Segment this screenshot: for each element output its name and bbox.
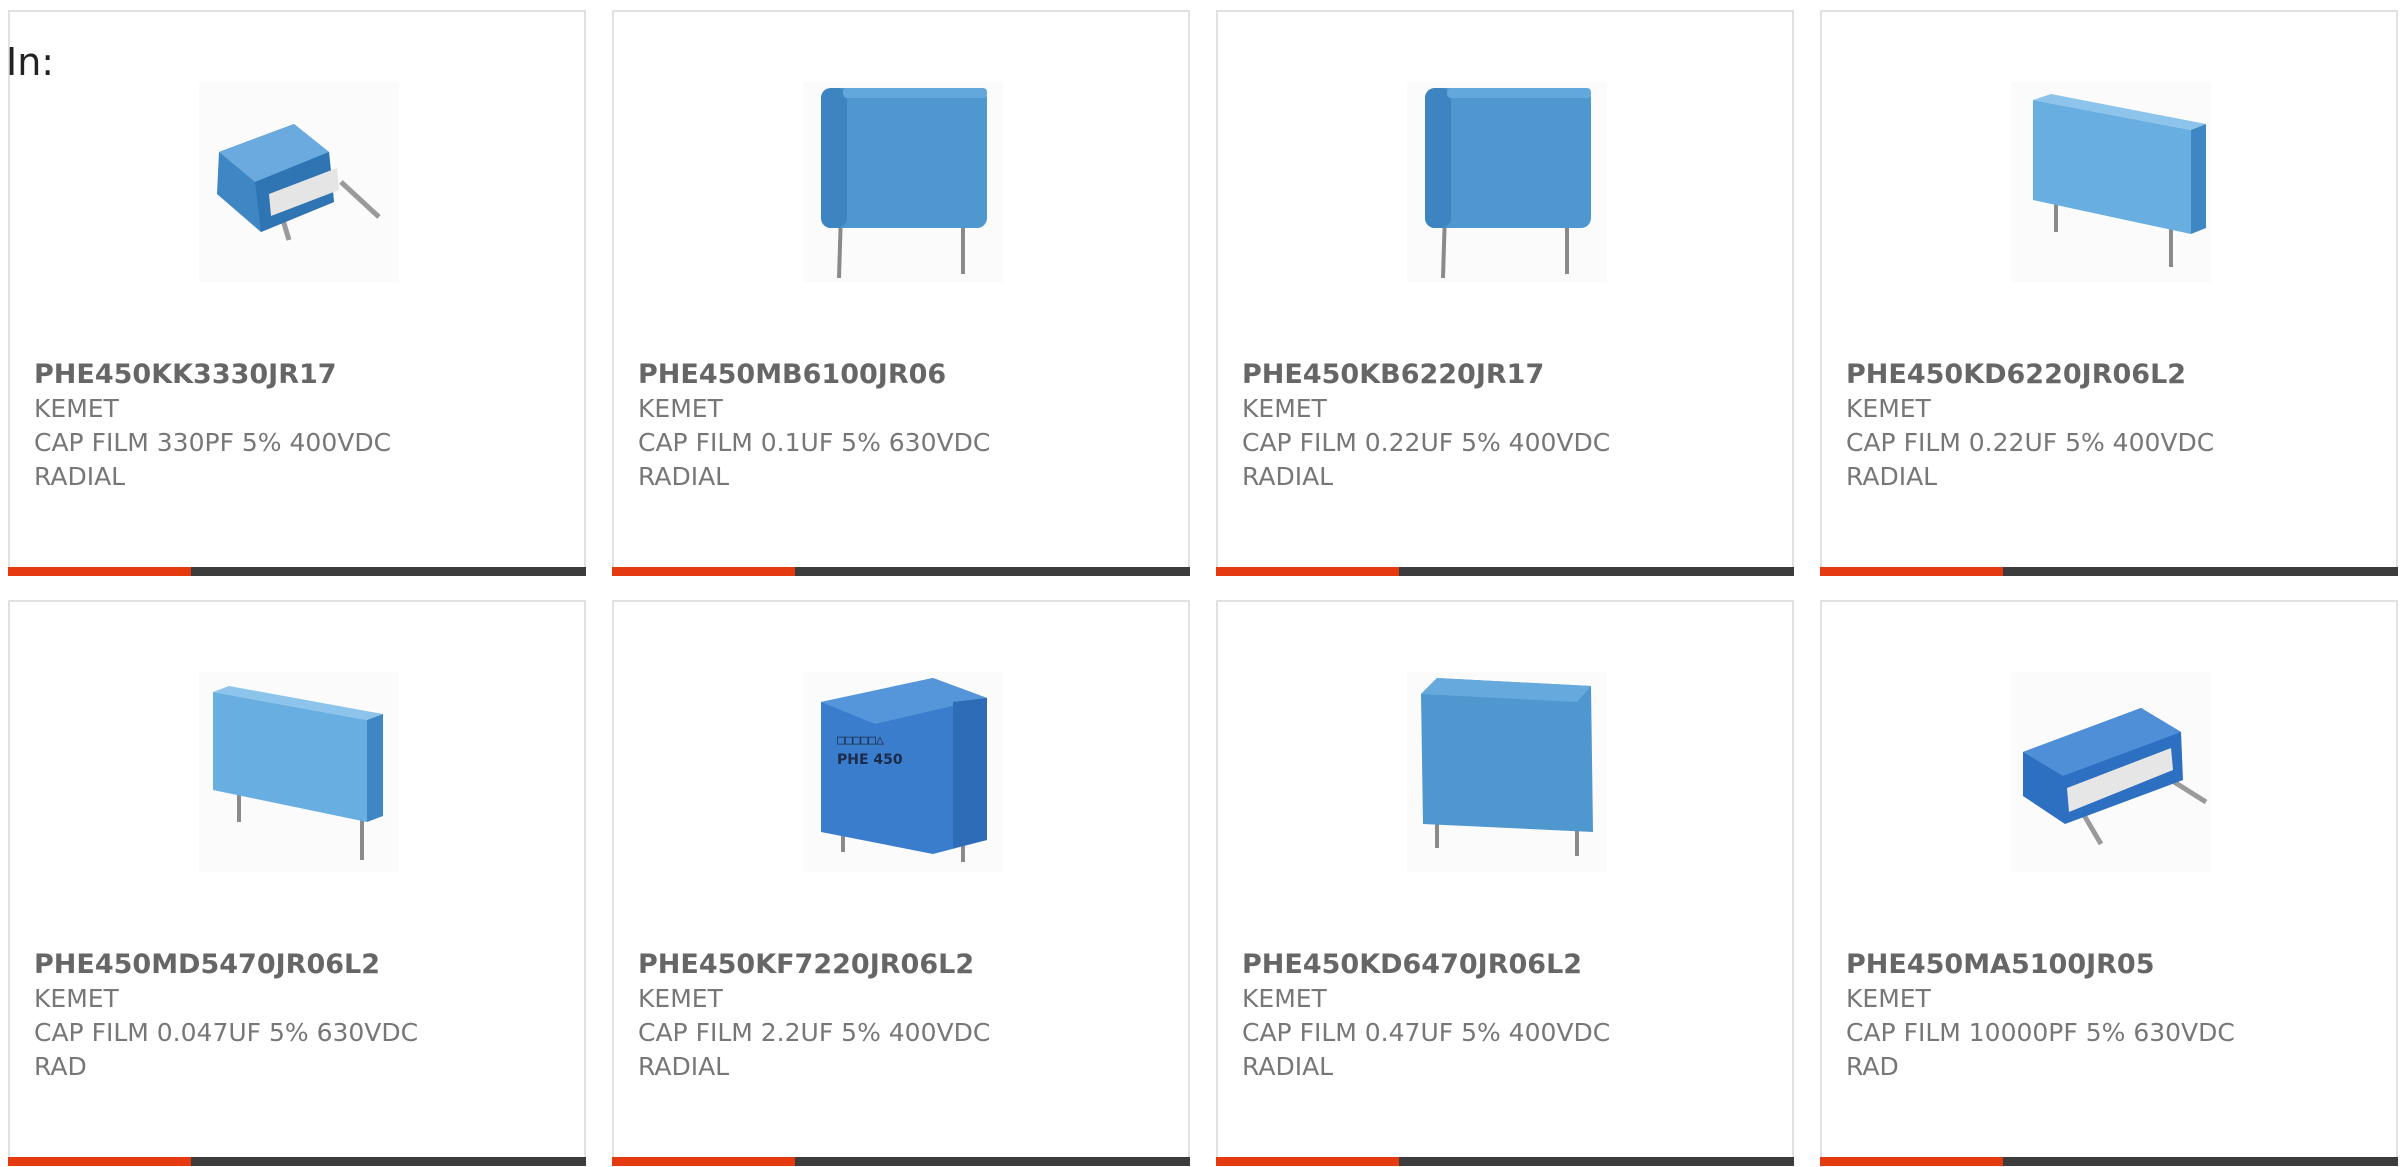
manufacturer: KEMET (638, 394, 723, 423)
product-info: PHE450MA5100JR05 KEMET CAP FILM 10000PF … (1846, 948, 2386, 1084)
product-image[interactable] (2011, 672, 2211, 872)
part-number[interactable]: PHE450KK3330JR17 (34, 358, 574, 392)
description-line1: CAP FILM 10000PF 5% 630VDC (1846, 1018, 2235, 1047)
product-info: PHE450MD5470JR06L2 KEMET CAP FILM 0.047U… (34, 948, 574, 1084)
card-footer-bar (8, 1157, 586, 1166)
manufacturer: KEMET (1846, 984, 1931, 1013)
product-image[interactable] (199, 672, 399, 872)
product-info: PHE450KD6220JR06L2 KEMET CAP FILM 0.22UF… (1846, 358, 2386, 494)
description-line1: CAP FILM 0.47UF 5% 400VDC (1242, 1018, 1611, 1047)
product-info: PHE450MB6100JR06 KEMET CAP FILM 0.1UF 5%… (638, 358, 1178, 494)
in-label: In: (6, 40, 55, 84)
description-line1: CAP FILM 0.22UF 5% 400VDC (1242, 428, 1611, 457)
product-card[interactable]: PHE450KD6220JR06L2 KEMET CAP FILM 0.22UF… (1820, 10, 2398, 576)
card-footer-bar (1820, 1157, 2398, 1166)
card-footer-bar (1216, 567, 1794, 576)
card-accent-bar (8, 567, 191, 576)
card-accent-bar (1820, 1157, 2003, 1166)
capacitor-upright-icon (1425, 88, 1591, 279)
product-image[interactable] (199, 82, 399, 282)
description-line2: RADIAL (1242, 462, 1334, 491)
description-line2: RADIAL (638, 462, 730, 491)
capacitor-wide-angled-icon (213, 686, 383, 860)
product-card[interactable]: PHE450MB6100JR06 KEMET CAP FILM 0.1UF 5%… (612, 10, 1190, 576)
part-number[interactable]: PHE450MA5100JR05 (1846, 948, 2386, 982)
manufacturer: KEMET (34, 394, 119, 423)
card-footer-bar (612, 567, 1190, 576)
part-number[interactable]: PHE450KD6470JR06L2 (1242, 948, 1782, 982)
description-line1: CAP FILM 0.22UF 5% 400VDC (1846, 428, 2215, 457)
capacitor-small-tilted-icon (2023, 708, 2208, 846)
part-number[interactable]: PHE450KF7220JR06L2 (638, 948, 1178, 982)
product-card[interactable]: PHE450MA5100JR05 KEMET CAP FILM 10000PF … (1820, 600, 2398, 1166)
part-number[interactable]: PHE450KD6220JR06L2 (1846, 358, 2386, 392)
capacitor-upright-icon (821, 88, 987, 279)
card-footer-bar (1216, 1157, 1794, 1166)
manufacturer: KEMET (1242, 984, 1327, 1013)
manufacturer: KEMET (638, 984, 723, 1013)
description-line2: RAD (1846, 1052, 1899, 1081)
part-number[interactable]: PHE450KB6220JR17 (1242, 358, 1782, 392)
card-accent-bar (612, 567, 795, 576)
card-accent-bar (1820, 567, 2003, 576)
description-line1: CAP FILM 2.2UF 5% 400VDC (638, 1018, 991, 1047)
description-line2: RADIAL (34, 462, 126, 491)
part-number[interactable]: PHE450MB6100JR06 (638, 358, 1178, 392)
capacitor-wide-icon (1421, 678, 1593, 856)
capacitor-labeled-icon: □□□□□△ PHE 450 (821, 678, 987, 862)
description-line2: RADIAL (638, 1052, 730, 1081)
product-card[interactable]: □□□□□△ PHE 450 PHE450KF7220JR06L2 KEMET … (612, 600, 1190, 1166)
product-card[interactable]: PHE450KB6220JR17 KEMET CAP FILM 0.22UF 5… (1216, 10, 1794, 576)
product-card[interactable]: PHE450MD5470JR06L2 KEMET CAP FILM 0.047U… (8, 600, 586, 1166)
product-info: PHE450KB6220JR17 KEMET CAP FILM 0.22UF 5… (1242, 358, 1782, 494)
product-card[interactable]: PHE450KD6470JR06L2 KEMET CAP FILM 0.47UF… (1216, 600, 1794, 1166)
description-line2: RAD (34, 1052, 87, 1081)
description-line1: CAP FILM 0.047UF 5% 630VDC (34, 1018, 419, 1047)
card-accent-bar (8, 1157, 191, 1166)
product-image[interactable] (2011, 82, 2211, 282)
card-footer-bar (8, 567, 586, 576)
image-text-top: □□□□□△ (837, 733, 884, 748)
card-accent-bar (612, 1157, 795, 1166)
card-footer-bar (612, 1157, 1190, 1166)
product-info: PHE450KF7220JR06L2 KEMET CAP FILM 2.2UF … (638, 948, 1178, 1084)
capacitor-small-tilted-icon (217, 124, 381, 241)
manufacturer: KEMET (1242, 394, 1327, 423)
description-line2: RADIAL (1242, 1052, 1334, 1081)
product-info: PHE450KK3330JR17 KEMET CAP FILM 330PF 5%… (34, 358, 574, 494)
capacitor-wide-angled-icon (2033, 94, 2206, 267)
product-info: PHE450KD6470JR06L2 KEMET CAP FILM 0.47UF… (1242, 948, 1782, 1084)
product-grid: PHE450KK3330JR17 KEMET CAP FILM 330PF 5%… (0, 0, 2400, 1167)
part-number[interactable]: PHE450MD5470JR06L2 (34, 948, 574, 982)
manufacturer: KEMET (34, 984, 119, 1013)
card-accent-bar (1216, 1157, 1399, 1166)
description-line1: CAP FILM 0.1UF 5% 630VDC (638, 428, 991, 457)
product-image[interactable]: □□□□□△ PHE 450 (803, 672, 1003, 872)
manufacturer: KEMET (1846, 394, 1931, 423)
product-card[interactable]: PHE450KK3330JR17 KEMET CAP FILM 330PF 5%… (8, 10, 586, 576)
image-text: PHE 450 (837, 752, 903, 768)
description-line1: CAP FILM 330PF 5% 400VDC (34, 428, 392, 457)
description-line2: RADIAL (1846, 462, 1938, 491)
card-footer-bar (1820, 567, 2398, 576)
product-image[interactable] (1407, 672, 1607, 872)
product-image[interactable] (803, 82, 1003, 282)
product-image[interactable] (1407, 82, 1607, 282)
card-accent-bar (1216, 567, 1399, 576)
